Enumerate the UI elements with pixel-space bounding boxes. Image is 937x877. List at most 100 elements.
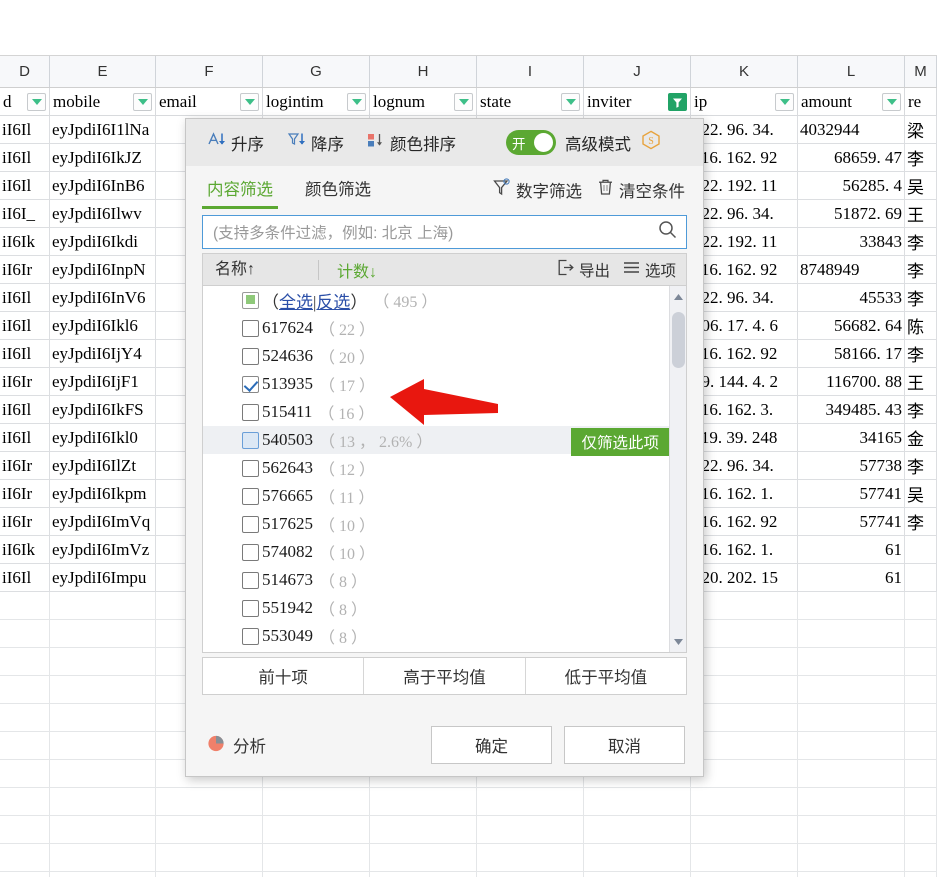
header-cell-inviter[interactable]: inviter bbox=[584, 88, 691, 116]
cell-empty[interactable] bbox=[798, 592, 905, 620]
cell-amount[interactable]: 61 bbox=[798, 536, 905, 564]
cell-empty[interactable] bbox=[0, 760, 50, 788]
header-cell-email[interactable]: email bbox=[156, 88, 263, 116]
cell-re[interactable]: 李 bbox=[905, 396, 937, 424]
table-row-empty[interactable] bbox=[0, 816, 937, 844]
filter-search-box[interactable]: (支持多条件过滤，例如: 北京 上海) bbox=[202, 215, 687, 249]
cell-empty[interactable] bbox=[50, 676, 156, 704]
list-item[interactable]: 553049 （ 8 ） bbox=[203, 622, 669, 650]
cell-d[interactable]: iI6Il bbox=[0, 396, 50, 424]
filter-dropdown-icon-lognum[interactable] bbox=[454, 93, 473, 111]
cell-re[interactable] bbox=[905, 536, 937, 564]
cell-empty[interactable] bbox=[370, 872, 477, 877]
cell-mobile[interactable]: eyJpdiI6InB6 bbox=[50, 172, 156, 200]
list-item[interactable]: 562643 （ 12 ） bbox=[203, 454, 669, 482]
cell-empty[interactable] bbox=[798, 732, 905, 760]
cell-ip[interactable]: 116. 162. 92 bbox=[691, 508, 798, 536]
cell-empty[interactable] bbox=[798, 872, 905, 877]
cell-empty[interactable] bbox=[263, 788, 370, 816]
cell-empty[interactable] bbox=[905, 788, 937, 816]
cell-re[interactable]: 李 bbox=[905, 340, 937, 368]
column-letter-E[interactable]: E bbox=[50, 56, 156, 87]
cell-empty[interactable] bbox=[50, 648, 156, 676]
analyze-button[interactable]: 分析 bbox=[206, 733, 266, 758]
cell-empty[interactable] bbox=[370, 788, 477, 816]
cell-empty[interactable] bbox=[263, 872, 370, 877]
cell-empty[interactable] bbox=[905, 620, 937, 648]
table-row-empty[interactable] bbox=[0, 844, 937, 872]
list-item[interactable]: 514673 （ 8 ） bbox=[203, 566, 669, 594]
cell-ip[interactable]: 122. 96. 34. bbox=[691, 452, 798, 480]
cell-empty[interactable] bbox=[691, 648, 798, 676]
scrollbar-thumb[interactable] bbox=[672, 312, 685, 368]
cell-re[interactable]: 金 bbox=[905, 424, 937, 452]
column-letter-J[interactable]: J bbox=[584, 56, 691, 87]
cell-mobile[interactable]: eyJpdiI6I1lNa bbox=[50, 116, 156, 144]
cell-amount[interactable]: 58166. 17 bbox=[798, 340, 905, 368]
cell-empty[interactable] bbox=[263, 816, 370, 844]
list-item-partial[interactable] bbox=[203, 650, 669, 652]
cell-mobile[interactable]: eyJpdiI6ImVz bbox=[50, 536, 156, 564]
cell-empty[interactable] bbox=[691, 704, 798, 732]
sort-descending-button[interactable]: 降序 bbox=[286, 130, 344, 156]
cell-empty[interactable] bbox=[156, 816, 263, 844]
cell-re[interactable]: 李 bbox=[905, 284, 937, 312]
cell-amount[interactable]: 56682. 64 bbox=[798, 312, 905, 340]
column-letter-K[interactable]: K bbox=[691, 56, 798, 87]
filter-item-checkbox[interactable] bbox=[242, 403, 259, 421]
filter-item-checkbox[interactable] bbox=[242, 319, 259, 337]
cell-ip[interactable]: 116. 162. 1. bbox=[691, 480, 798, 508]
cell-d[interactable]: iI6Ir bbox=[0, 508, 50, 536]
column-letter-L[interactable]: L bbox=[798, 56, 905, 87]
cell-re[interactable]: 王 bbox=[905, 368, 937, 396]
cell-amount[interactable]: 68659. 47 bbox=[798, 144, 905, 172]
cell-empty[interactable] bbox=[584, 872, 691, 877]
cell-ip[interactable]: 116. 162. 92 bbox=[691, 340, 798, 368]
filter-dropdown-icon-logintime[interactable] bbox=[347, 93, 366, 111]
cell-empty[interactable] bbox=[691, 844, 798, 872]
cell-empty[interactable] bbox=[584, 816, 691, 844]
filter-dropdown-icon-mobile[interactable] bbox=[133, 93, 152, 111]
cell-d[interactable]: iI6Ir bbox=[0, 480, 50, 508]
cell-empty[interactable] bbox=[50, 760, 156, 788]
cell-empty[interactable] bbox=[691, 872, 798, 877]
cell-d[interactable]: iI6Il bbox=[0, 564, 50, 592]
cell-empty[interactable] bbox=[0, 788, 50, 816]
cell-ip[interactable]: 39. 144. 4. 2 bbox=[691, 368, 798, 396]
header-cell-logintime[interactable]: logintim bbox=[263, 88, 370, 116]
cell-empty[interactable] bbox=[370, 844, 477, 872]
invert-selection-link[interactable]: 反选 bbox=[316, 293, 350, 312]
filter-dropdown-icon-ip[interactable] bbox=[775, 93, 794, 111]
cell-empty[interactable] bbox=[263, 844, 370, 872]
cell-ip[interactable]: 220. 202. 15 bbox=[691, 564, 798, 592]
filter-dropdown-icon-amount[interactable] bbox=[882, 93, 901, 111]
cell-empty[interactable] bbox=[370, 816, 477, 844]
cell-mobile[interactable]: eyJpdiI6IkFS bbox=[50, 396, 156, 424]
filter-item-checkbox[interactable] bbox=[242, 515, 259, 533]
header-cell-state[interactable]: state bbox=[477, 88, 584, 116]
table-row-empty[interactable] bbox=[0, 872, 937, 877]
cell-amount[interactable]: 61 bbox=[798, 564, 905, 592]
select-all-checkbox[interactable] bbox=[242, 291, 259, 309]
cell-empty[interactable] bbox=[477, 844, 584, 872]
cell-empty[interactable] bbox=[477, 872, 584, 877]
cell-mobile[interactable]: eyJpdiI6Impu bbox=[50, 564, 156, 592]
cell-re[interactable]: 李 bbox=[905, 144, 937, 172]
cell-amount[interactable]: 57738 bbox=[798, 452, 905, 480]
filter-item-checkbox[interactable] bbox=[242, 347, 259, 365]
header-cell-mobile[interactable]: mobile bbox=[50, 88, 156, 116]
cell-d[interactable]: iI6Ik bbox=[0, 536, 50, 564]
list-item[interactable]: 551942 （ 8 ） bbox=[203, 594, 669, 622]
cell-d[interactable]: iI6Il bbox=[0, 340, 50, 368]
cell-empty[interactable] bbox=[691, 592, 798, 620]
cell-empty[interactable] bbox=[798, 620, 905, 648]
cell-empty[interactable] bbox=[905, 816, 937, 844]
filter-item-checkbox[interactable] bbox=[242, 599, 259, 617]
tab-color-filter[interactable]: 颜色筛选 bbox=[305, 176, 371, 204]
cell-d[interactable]: iI6Ir bbox=[0, 256, 50, 284]
confirm-button[interactable]: 确定 bbox=[431, 726, 552, 764]
column-letter-D[interactable]: D bbox=[0, 56, 50, 87]
column-letter-G[interactable]: G bbox=[263, 56, 370, 87]
cell-mobile[interactable]: eyJpdiI6Ilwv bbox=[50, 200, 156, 228]
cell-d[interactable]: iI6Il bbox=[0, 144, 50, 172]
